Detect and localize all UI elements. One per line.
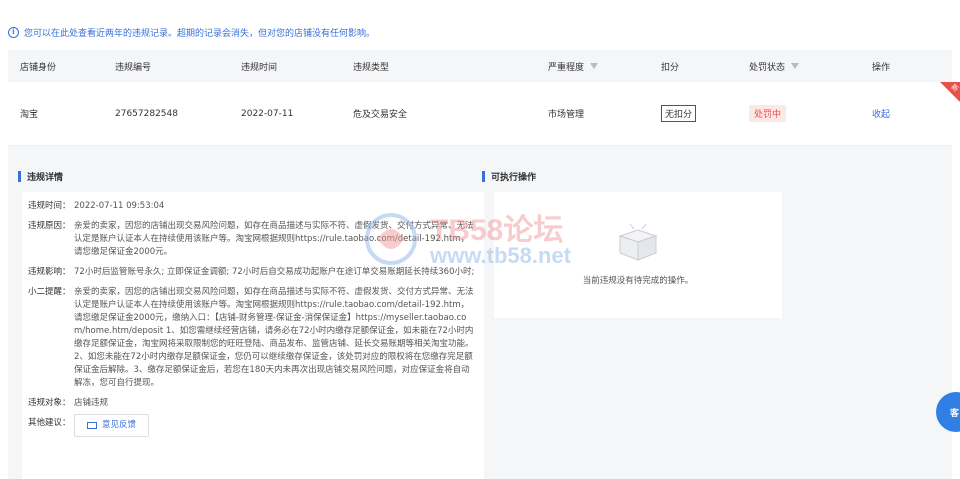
table-row: 淘宝 27657282548 2022-07-11 危及交易安全 市场管理 无扣… bbox=[8, 82, 960, 146]
detail-key: 违规对象： bbox=[28, 398, 71, 408]
detail-title: 违规详情 bbox=[18, 170, 63, 183]
actions-panel: 当前违规没有待完成的操作。 bbox=[494, 192, 782, 318]
detail-key: 违规影响： bbox=[28, 267, 71, 277]
detail-time: 违规时间： 2022-07-11 09:53:04 bbox=[28, 200, 476, 213]
detail-other: 其他建议： 意见反馈 bbox=[28, 414, 476, 437]
col-time: 违规时间 bbox=[241, 62, 278, 73]
notice-text: 您可以在此处查看近两年的违规记录。超期的记录会消失，但对您的店铺没有任何影响。 bbox=[24, 28, 376, 39]
detail-value: 72小时后监管账号永久; 立即保证金调额; 72小时后自交易成功起账户在途订单交… bbox=[74, 267, 475, 277]
col-severity-label: 严重程度 bbox=[548, 62, 585, 73]
detail-key: 其他建议： bbox=[28, 418, 71, 428]
filter-icon[interactable] bbox=[791, 63, 800, 69]
col-status-label: 处罚状态 bbox=[749, 62, 786, 73]
filter-icon[interactable] bbox=[590, 63, 599, 69]
floating-service-label: 客 bbox=[950, 408, 960, 419]
col-severity[interactable]: 严重程度 bbox=[548, 50, 599, 82]
row-status: 处罚中 bbox=[749, 82, 787, 145]
feedback-label: 意见反馈 bbox=[102, 420, 137, 430]
detail-reminder: 小二提醒： 亲爱的卖家，因您的店铺出现交易风险问题，如存在商品描述与实际不符、虚… bbox=[28, 286, 476, 390]
notice-bar: i 您可以在此处查看近两年的违规记录。超期的记录会消失，但对您的店铺没有任何影响… bbox=[8, 24, 375, 40]
detail-key: 违规时间： bbox=[28, 201, 71, 211]
status-badge: 处罚中 bbox=[749, 105, 787, 122]
empty-box-icon bbox=[618, 223, 658, 261]
col-deduct: 扣分 bbox=[661, 62, 680, 73]
row-severity: 市场管理 bbox=[548, 110, 585, 120]
violation-table-header: 店铺身份 违规编号 违规时间 违规类型 严重程度 扣分 处罚状态 操作 bbox=[8, 50, 952, 82]
mail-icon bbox=[87, 422, 97, 429]
col-id: 违规编号 bbox=[115, 62, 152, 73]
row-action: 收起 bbox=[872, 82, 890, 145]
detail-reason: 违规原因： 亲爱的卖家，因您的店铺出现交易风险问题，如存在商品描述与实际不符、虚… bbox=[28, 220, 476, 259]
feedback-wrap: 意见反馈 bbox=[74, 414, 476, 437]
col-status[interactable]: 处罚状态 bbox=[749, 50, 800, 82]
detail-key: 小二提醒： bbox=[28, 287, 71, 297]
detail-value: 亲爱的卖家，因您的店铺出现交易风险问题，如存在商品描述与实际不符、虚假发货、交付… bbox=[74, 287, 474, 388]
col-type: 违规类型 bbox=[353, 62, 390, 73]
row-type: 危及交易安全 bbox=[353, 110, 408, 120]
deduct-tag: 无扣分 bbox=[661, 105, 697, 122]
feedback-button[interactable]: 意见反馈 bbox=[74, 414, 150, 437]
row-id: 27657282548 bbox=[115, 108, 178, 119]
detail-area: 违规详情 可执行操作 违规时间： 2022-07-11 09:53:04 违规原… bbox=[8, 146, 952, 479]
row-deduct: 无扣分 bbox=[661, 82, 697, 145]
row-shop: 淘宝 bbox=[20, 110, 39, 120]
detail-key: 违规原因： bbox=[28, 221, 71, 231]
detail-impact: 违规影响： 72小时后监管账号永久; 立即保证金调额; 72小时后自交易成功起账… bbox=[28, 266, 476, 279]
actions-title-text: 可执行操作 bbox=[491, 173, 537, 183]
col-action: 操作 bbox=[872, 62, 891, 73]
row-time: 2022-07-11 bbox=[241, 108, 294, 119]
title-accent-bar bbox=[18, 171, 21, 182]
detail-value: 亲爱的卖家，因您的店铺出现交易风险问题，如存在商品描述与实际不符、虚假发货、交付… bbox=[74, 221, 474, 257]
detail-panel: 违规时间： 2022-07-11 09:53:04 违规原因： 亲爱的卖家，因您… bbox=[22, 192, 484, 479]
collapse-link[interactable]: 收起 bbox=[872, 107, 890, 120]
detail-target: 违规对象： 店铺违规 bbox=[28, 397, 476, 410]
actions-title: 可执行操作 bbox=[482, 170, 536, 183]
detail-value: 店铺违规 bbox=[74, 398, 109, 408]
empty-actions-text: 当前违规没有待完成的操作。 bbox=[582, 276, 694, 286]
detail-value: 2022-07-11 09:53:04 bbox=[74, 201, 165, 211]
col-shop: 店铺身份 bbox=[20, 62, 57, 73]
title-accent-bar bbox=[482, 171, 485, 182]
info-icon: i bbox=[8, 26, 19, 38]
detail-title-text: 违规详情 bbox=[27, 173, 64, 183]
